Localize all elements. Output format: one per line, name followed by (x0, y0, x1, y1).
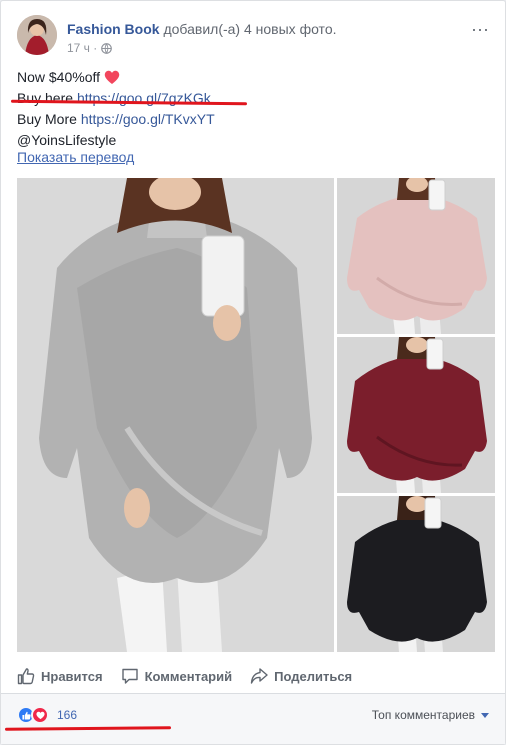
share-icon (250, 668, 268, 684)
post-action-text: добавил(-а) 4 новых фото. (163, 21, 337, 37)
post-meta: 17 ч · (67, 41, 113, 55)
love-reaction-icon (31, 706, 49, 724)
heart-icon (104, 70, 120, 84)
comment-button[interactable]: Комментарий (121, 667, 233, 685)
photo-black-poncho[interactable] (337, 496, 495, 652)
post-card: Fashion Book добавил(-а) 4 новых фото. 1… (0, 0, 506, 745)
translate-link[interactable]: Показать перевод (17, 149, 134, 165)
share-label: Поделиться (274, 668, 353, 684)
top-comments-label: Топ комментариев (371, 708, 475, 722)
post-line-2: Buy here https://goo.gl/7gzKGk (17, 88, 487, 109)
post-line-4: @YoinsLifestyle (17, 130, 487, 151)
post-line-3: Buy More https://goo.gl/TKvxYT (17, 109, 487, 130)
promo-text: Now $40%off (17, 69, 101, 85)
avatar[interactable] (17, 15, 57, 55)
like-button[interactable]: Нравится (17, 667, 103, 685)
post-line-1: Now $40%off (17, 67, 487, 88)
post-text: Now $40%off Buy here https://goo.gl/7gzK… (17, 67, 487, 151)
photo-pink-poncho[interactable] (337, 178, 495, 334)
photo-gallery (17, 178, 495, 652)
more-horizontal-icon[interactable]: ··· (471, 19, 489, 40)
photo-grey-poncho[interactable] (17, 178, 334, 652)
post-actions: Нравится Комментарий Поделиться (17, 661, 491, 691)
caret-down-icon (481, 712, 489, 718)
reaction-count[interactable]: 166 (57, 708, 77, 722)
buy-here-label: Buy here (17, 90, 77, 106)
post-time[interactable]: 17 ч · (67, 41, 97, 55)
post-author-line: Fashion Book добавил(-а) 4 новых фото. (67, 21, 337, 37)
reactions-summary[interactable]: 166 (17, 706, 77, 724)
comment-label: Комментарий (144, 668, 233, 684)
globe-icon (101, 42, 113, 54)
thumbs-up-icon (17, 668, 35, 685)
reactions-footer: 166 Топ комментариев (1, 694, 505, 744)
comment-icon (121, 668, 138, 684)
post-header: Fashion Book добавил(-а) 4 новых фото. 1… (17, 15, 495, 59)
buy-more-link[interactable]: https://goo.gl/TKvxYT (81, 111, 215, 127)
author-name[interactable]: Fashion Book (67, 21, 160, 37)
photo-burgundy-poncho[interactable] (337, 337, 495, 493)
top-comments-dropdown[interactable]: Топ комментариев (372, 708, 489, 722)
mention-text: @YoinsLifestyle (17, 132, 117, 148)
share-button[interactable]: Поделиться (250, 667, 352, 685)
buy-more-label: Buy More (17, 111, 81, 127)
like-label: Нравится (41, 668, 103, 684)
